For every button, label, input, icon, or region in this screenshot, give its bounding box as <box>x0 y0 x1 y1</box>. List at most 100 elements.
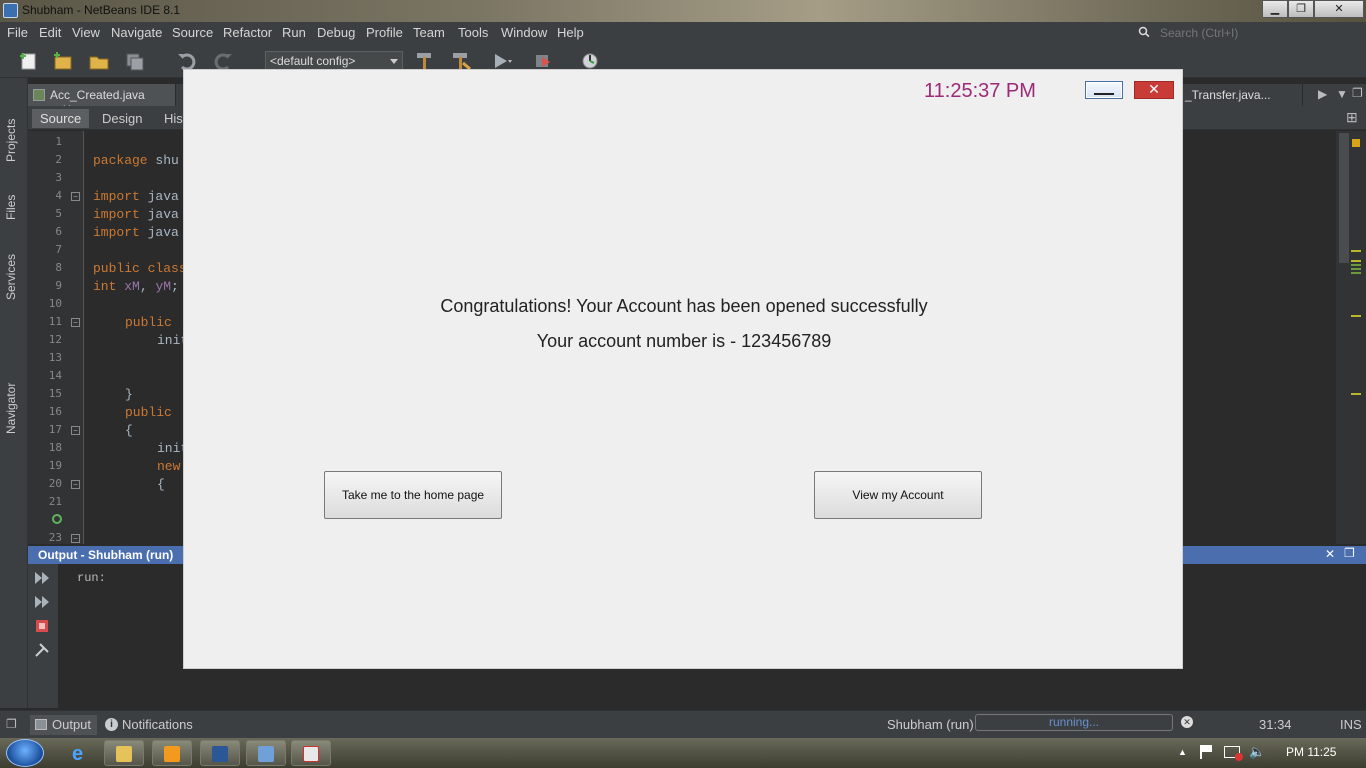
warning-marker-icon[interactable] <box>1352 139 1360 147</box>
menu-profile[interactable]: Profile <box>366 25 403 40</box>
volume-icon[interactable]: 🔈 <box>1249 744 1265 760</box>
running-task-label[interactable]: Shubham (run) <box>887 717 974 732</box>
search-icon[interactable] <box>1138 26 1152 38</box>
taskbar-media-player[interactable] <box>152 740 192 766</box>
bottom-tab-notifications[interactable]: i Notifications <box>100 715 199 735</box>
java-file-icon <box>33 89 45 101</box>
taskbar-file-explorer[interactable] <box>104 740 144 766</box>
scrollbar-thumb[interactable] <box>1339 133 1349 263</box>
tab-acc-created[interactable]: Acc_Created.java ✕ <box>28 84 176 116</box>
undo-icon[interactable] <box>176 51 198 71</box>
error-stripe-mark[interactable] <box>1351 250 1361 252</box>
new-file-icon[interactable] <box>18 51 40 71</box>
restore-window-icon[interactable]: ❐ <box>6 717 17 731</box>
start-button[interactable] <box>6 739 44 767</box>
tab-label: _Transfer.java... <box>1185 88 1271 102</box>
network-icon[interactable] <box>1224 746 1243 761</box>
menu-run[interactable]: Run <box>282 25 306 40</box>
error-stripe-mark[interactable] <box>1351 393 1361 395</box>
line-number: 2 <box>55 153 62 166</box>
breakpoint-marker-icon[interactable] <box>52 514 62 524</box>
menu-file[interactable]: File <box>7 25 28 40</box>
menu-window[interactable]: Window <box>501 25 547 40</box>
code-keyword: import <box>93 225 140 240</box>
menu-refactor[interactable]: Refactor <box>223 25 272 40</box>
window-close-button[interactable]: ✕ <box>1314 0 1364 18</box>
fold-toggle-icon[interactable]: − <box>71 318 80 327</box>
menu-debug[interactable]: Debug <box>317 25 355 40</box>
code-line: public <box>125 405 172 420</box>
taskbar-clock[interactable]: PM 11:25 <box>1286 745 1336 759</box>
side-tab-files[interactable]: Files <box>4 195 18 220</box>
add-icon[interactable]: ⊞ <box>1346 109 1358 126</box>
taskbar-internet-explorer[interactable]: e <box>61 740 101 766</box>
tab-source[interactable]: Source <box>32 109 90 128</box>
new-project-icon[interactable] <box>52 51 74 71</box>
tab-transfer[interactable]: _Transfer.java... <box>1183 84 1303 106</box>
tab-list-icon[interactable]: ▼ <box>1336 87 1348 101</box>
menu-view[interactable]: View <box>72 25 100 40</box>
code-line: new <box>157 459 180 474</box>
code-line: package shu <box>93 153 179 168</box>
rerun-icon[interactable] <box>34 570 50 586</box>
line-number: 20 <box>48 477 62 490</box>
window-maximize-button[interactable]: ❐ <box>1288 0 1314 18</box>
window-minimize-button[interactable]: ▁ <box>1262 0 1288 18</box>
fold-toggle-icon[interactable]: − <box>71 534 80 543</box>
menu-edit[interactable]: Edit <box>39 25 61 40</box>
save-all-icon[interactable] <box>124 51 146 71</box>
home-page-button[interactable]: Take me to the home page <box>324 471 502 519</box>
error-stripe-mark[interactable] <box>1351 315 1361 317</box>
menu-tools[interactable]: Tools <box>458 25 488 40</box>
dialog-minimize-button[interactable] <box>1085 81 1123 99</box>
bottom-tab-output[interactable]: Output <box>30 715 98 735</box>
build-hammer-icon[interactable] <box>414 51 436 71</box>
configuration-select[interactable]: <default config> <box>265 51 403 71</box>
taskbar-word[interactable] <box>200 740 240 766</box>
clean-build-icon[interactable] <box>450 51 472 71</box>
menu-team[interactable]: Team <box>413 25 445 40</box>
dialog-close-button[interactable]: ✕ <box>1134 81 1174 99</box>
side-tab-services[interactable]: Services <box>4 254 18 300</box>
minimize-icon <box>1094 93 1114 95</box>
debug-project-icon[interactable] <box>534 51 556 71</box>
maximize-editor-icon[interactable]: ❐ <box>1352 86 1363 100</box>
rerun-with-params-icon[interactable] <box>34 594 50 610</box>
side-tab-projects[interactable]: Projects <box>4 119 18 162</box>
taskbar-java-app[interactable] <box>291 740 331 766</box>
fold-toggle-icon[interactable]: − <box>71 426 80 435</box>
open-project-icon[interactable] <box>88 51 110 71</box>
error-stripe-mark[interactable] <box>1351 264 1361 266</box>
error-stripe-mark[interactable] <box>1351 272 1361 274</box>
redo-icon[interactable] <box>212 51 234 71</box>
line-number: 5 <box>55 207 62 220</box>
fold-toggle-icon[interactable]: − <box>71 480 80 489</box>
line-number: 12 <box>48 333 62 346</box>
profile-project-icon[interactable] <box>580 51 602 71</box>
menu-source[interactable]: Source <box>172 25 213 40</box>
code-text: java <box>139 189 179 204</box>
code-line: { <box>125 423 133 438</box>
side-tab-navigator[interactable]: Navigator <box>4 383 18 434</box>
fold-toggle-icon[interactable]: − <box>71 192 80 201</box>
restore-panel-icon[interactable]: ❐ <box>1344 546 1355 560</box>
tab-design[interactable]: Design <box>94 109 150 128</box>
show-hidden-icons-icon[interactable]: ▲ <box>1178 747 1187 757</box>
search-input[interactable] <box>1160 24 1360 42</box>
action-center-flag-icon[interactable] <box>1200 745 1214 759</box>
error-stripe-mark[interactable] <box>1351 268 1361 270</box>
task-progress-bar[interactable]: running... <box>975 714 1173 731</box>
taskbar-netbeans[interactable] <box>246 740 286 766</box>
run-project-icon[interactable] <box>490 51 512 71</box>
tab-scroll-right-icon[interactable]: ▶ <box>1318 87 1327 101</box>
stop-icon[interactable] <box>34 618 50 634</box>
line-number: 8 <box>55 261 62 274</box>
menu-help[interactable]: Help <box>557 25 584 40</box>
settings-tools-icon[interactable] <box>34 642 50 658</box>
close-icon[interactable]: ✕ <box>1325 547 1335 561</box>
menu-navigate[interactable]: Navigate <box>111 25 162 40</box>
view-account-button[interactable]: View my Account <box>814 471 982 519</box>
editor-scrollbar[interactable] <box>1336 131 1366 544</box>
error-stripe-mark[interactable] <box>1351 260 1361 262</box>
cancel-task-icon[interactable]: ✕ <box>1181 716 1193 728</box>
